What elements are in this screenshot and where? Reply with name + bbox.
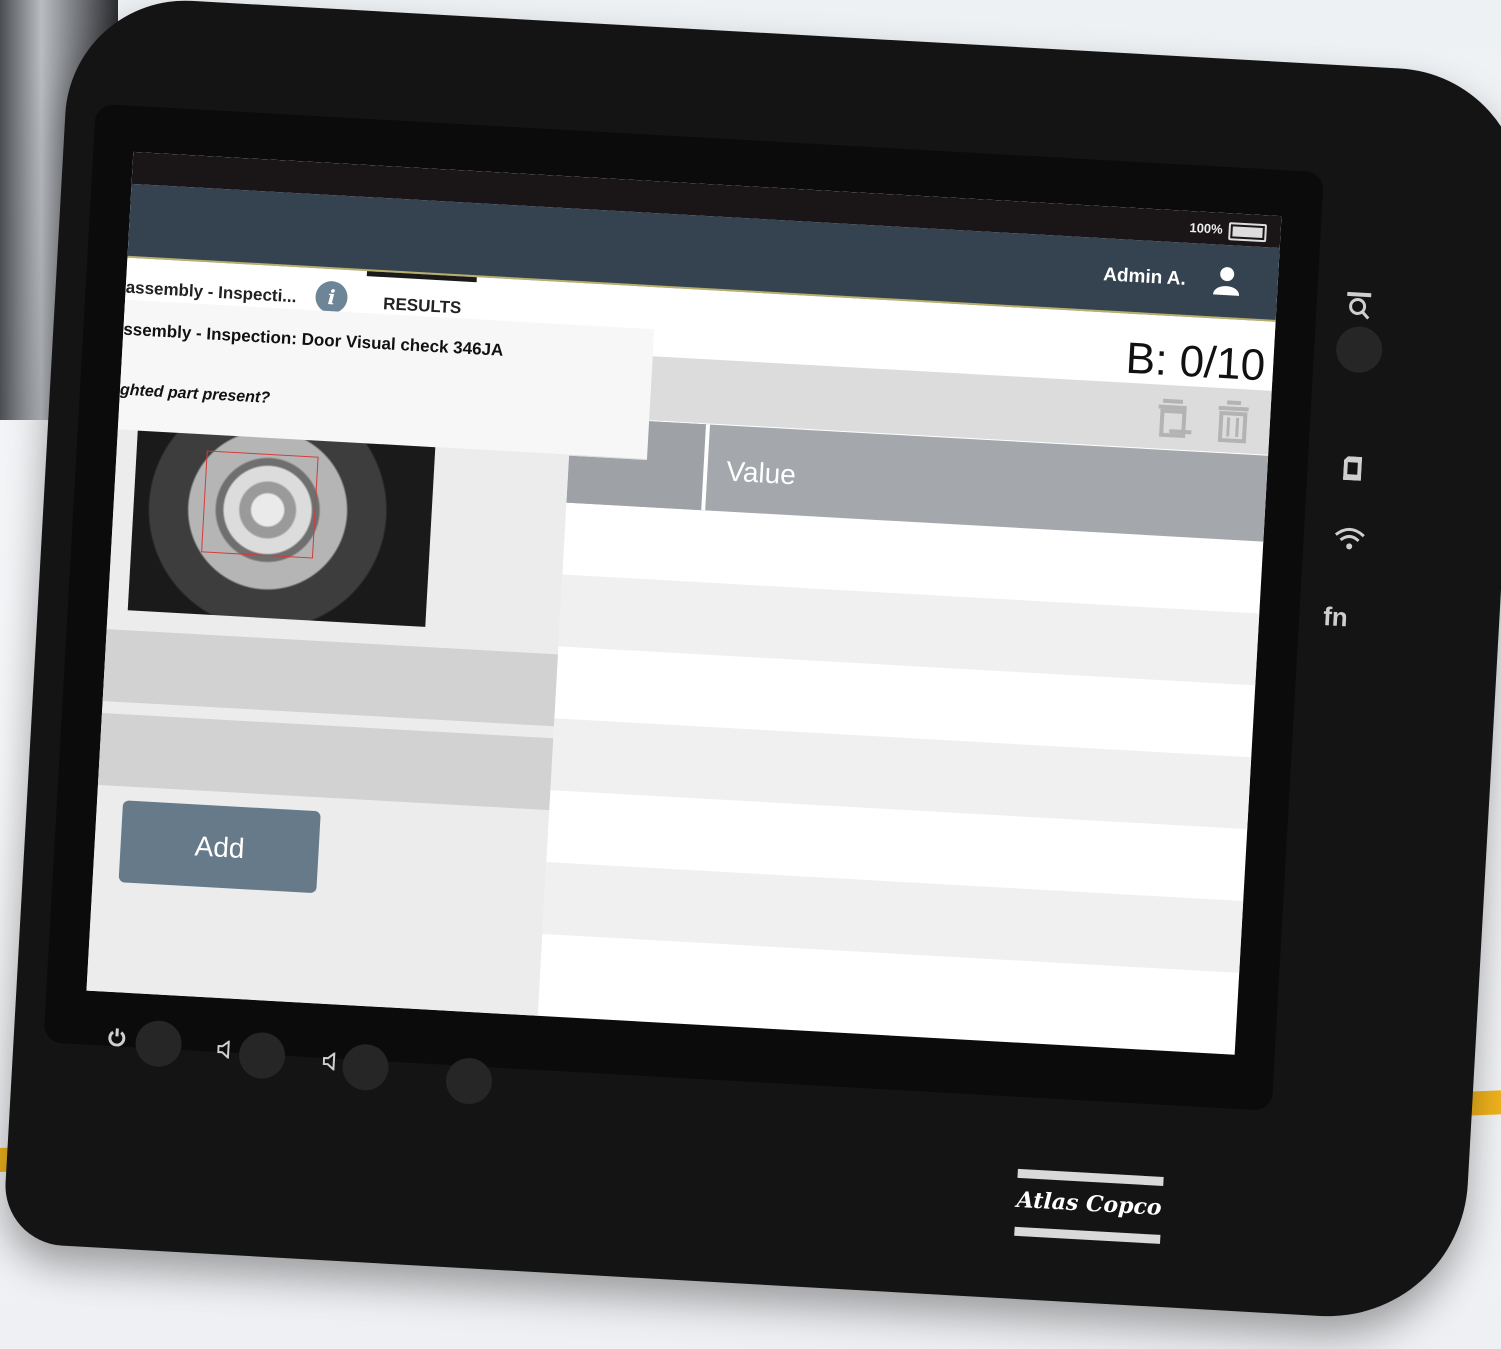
sd-card-icon: [1342, 456, 1363, 486]
volume-up-icon: [322, 1051, 339, 1076]
step-panel: Add: [86, 429, 570, 1016]
battery-level: 100%: [1189, 219, 1224, 237]
logo-bar-bottom: [1014, 1226, 1161, 1244]
info-icon[interactable]: i: [314, 280, 349, 315]
step-question: ghted part present?: [119, 381, 271, 407]
user-name[interactable]: Admin A.: [1103, 264, 1187, 291]
step-title: ssembly - Inspection: Door Visual check …: [122, 319, 504, 360]
tablet-bezel: 100% Admin A. assembly - Inspecti... i R…: [43, 103, 1325, 1111]
battery-icon: [1228, 222, 1268, 243]
part-photo: [127, 430, 436, 627]
input-field[interactable]: [102, 629, 558, 727]
add-button[interactable]: Add: [118, 800, 321, 894]
power-icon: [107, 1028, 126, 1052]
highlight-box: [201, 450, 319, 559]
atlas-copco-logo: Atlas Copco: [1014, 1168, 1164, 1247]
scan-icon: [1344, 290, 1376, 327]
volume-down-icon: [217, 1039, 234, 1064]
fn-key-label[interactable]: fn: [1322, 601, 1348, 633]
tablet-screen: 100% Admin A. assembly - Inspecti... i R…: [86, 151, 1282, 1055]
tablet-device: 100% Admin A. assembly - Inspecti... i R…: [2, 0, 1501, 1324]
delete-all-icon[interactable]: [1155, 394, 1195, 440]
logo-bar-top: [1017, 1168, 1164, 1186]
scan-button[interactable]: [1334, 325, 1384, 374]
user-icon[interactable]: [1209, 262, 1245, 298]
logo-text: Atlas Copco: [1015, 1186, 1163, 1221]
input-field[interactable]: [97, 713, 554, 811]
batch-counter: B: 0/10: [1124, 333, 1267, 391]
wifi-icon: [1333, 526, 1367, 559]
delete-icon[interactable]: [1213, 398, 1253, 444]
value-column-header: Value: [725, 455, 797, 491]
